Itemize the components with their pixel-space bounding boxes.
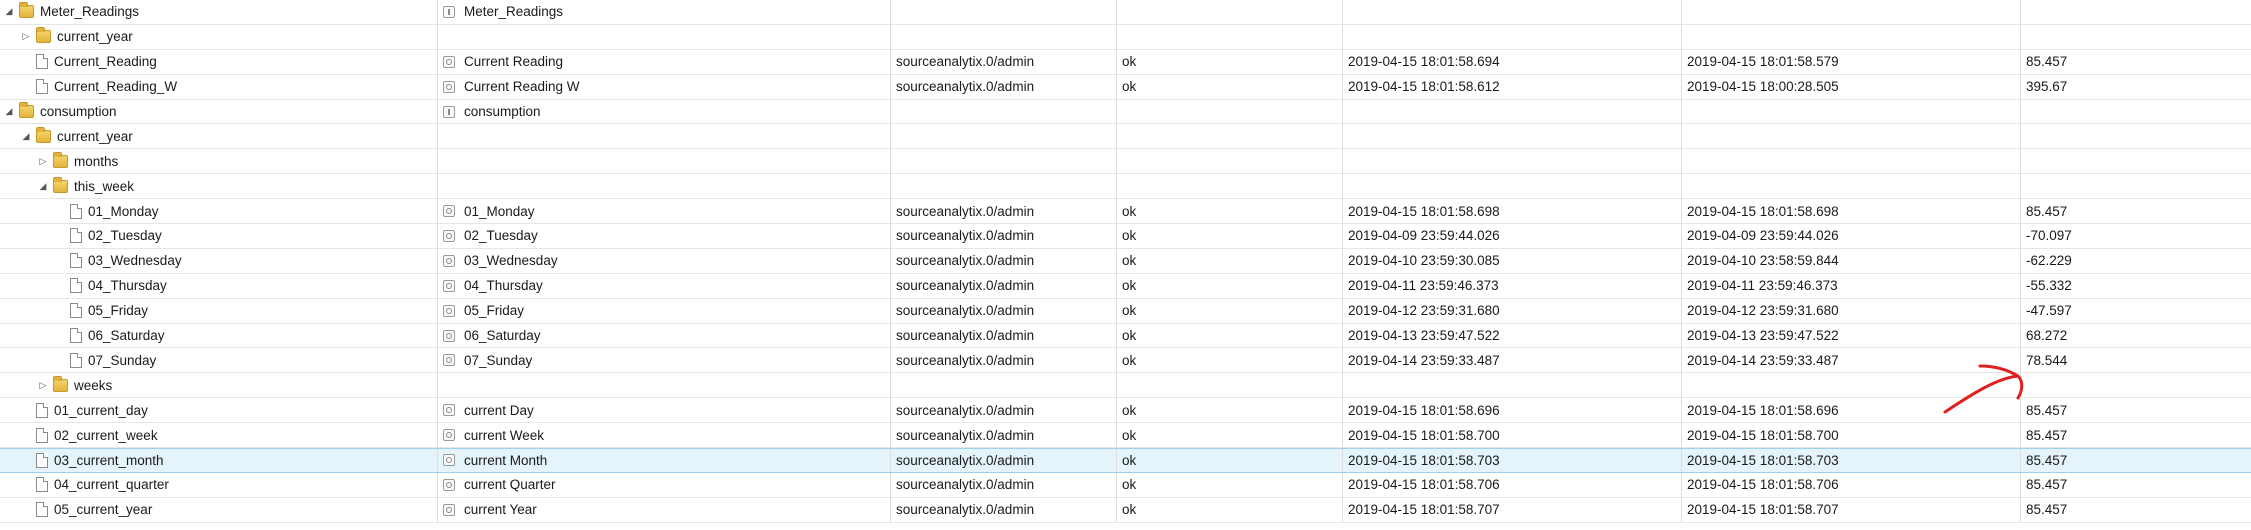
annotation-arrow — [1943, 364, 2024, 414]
